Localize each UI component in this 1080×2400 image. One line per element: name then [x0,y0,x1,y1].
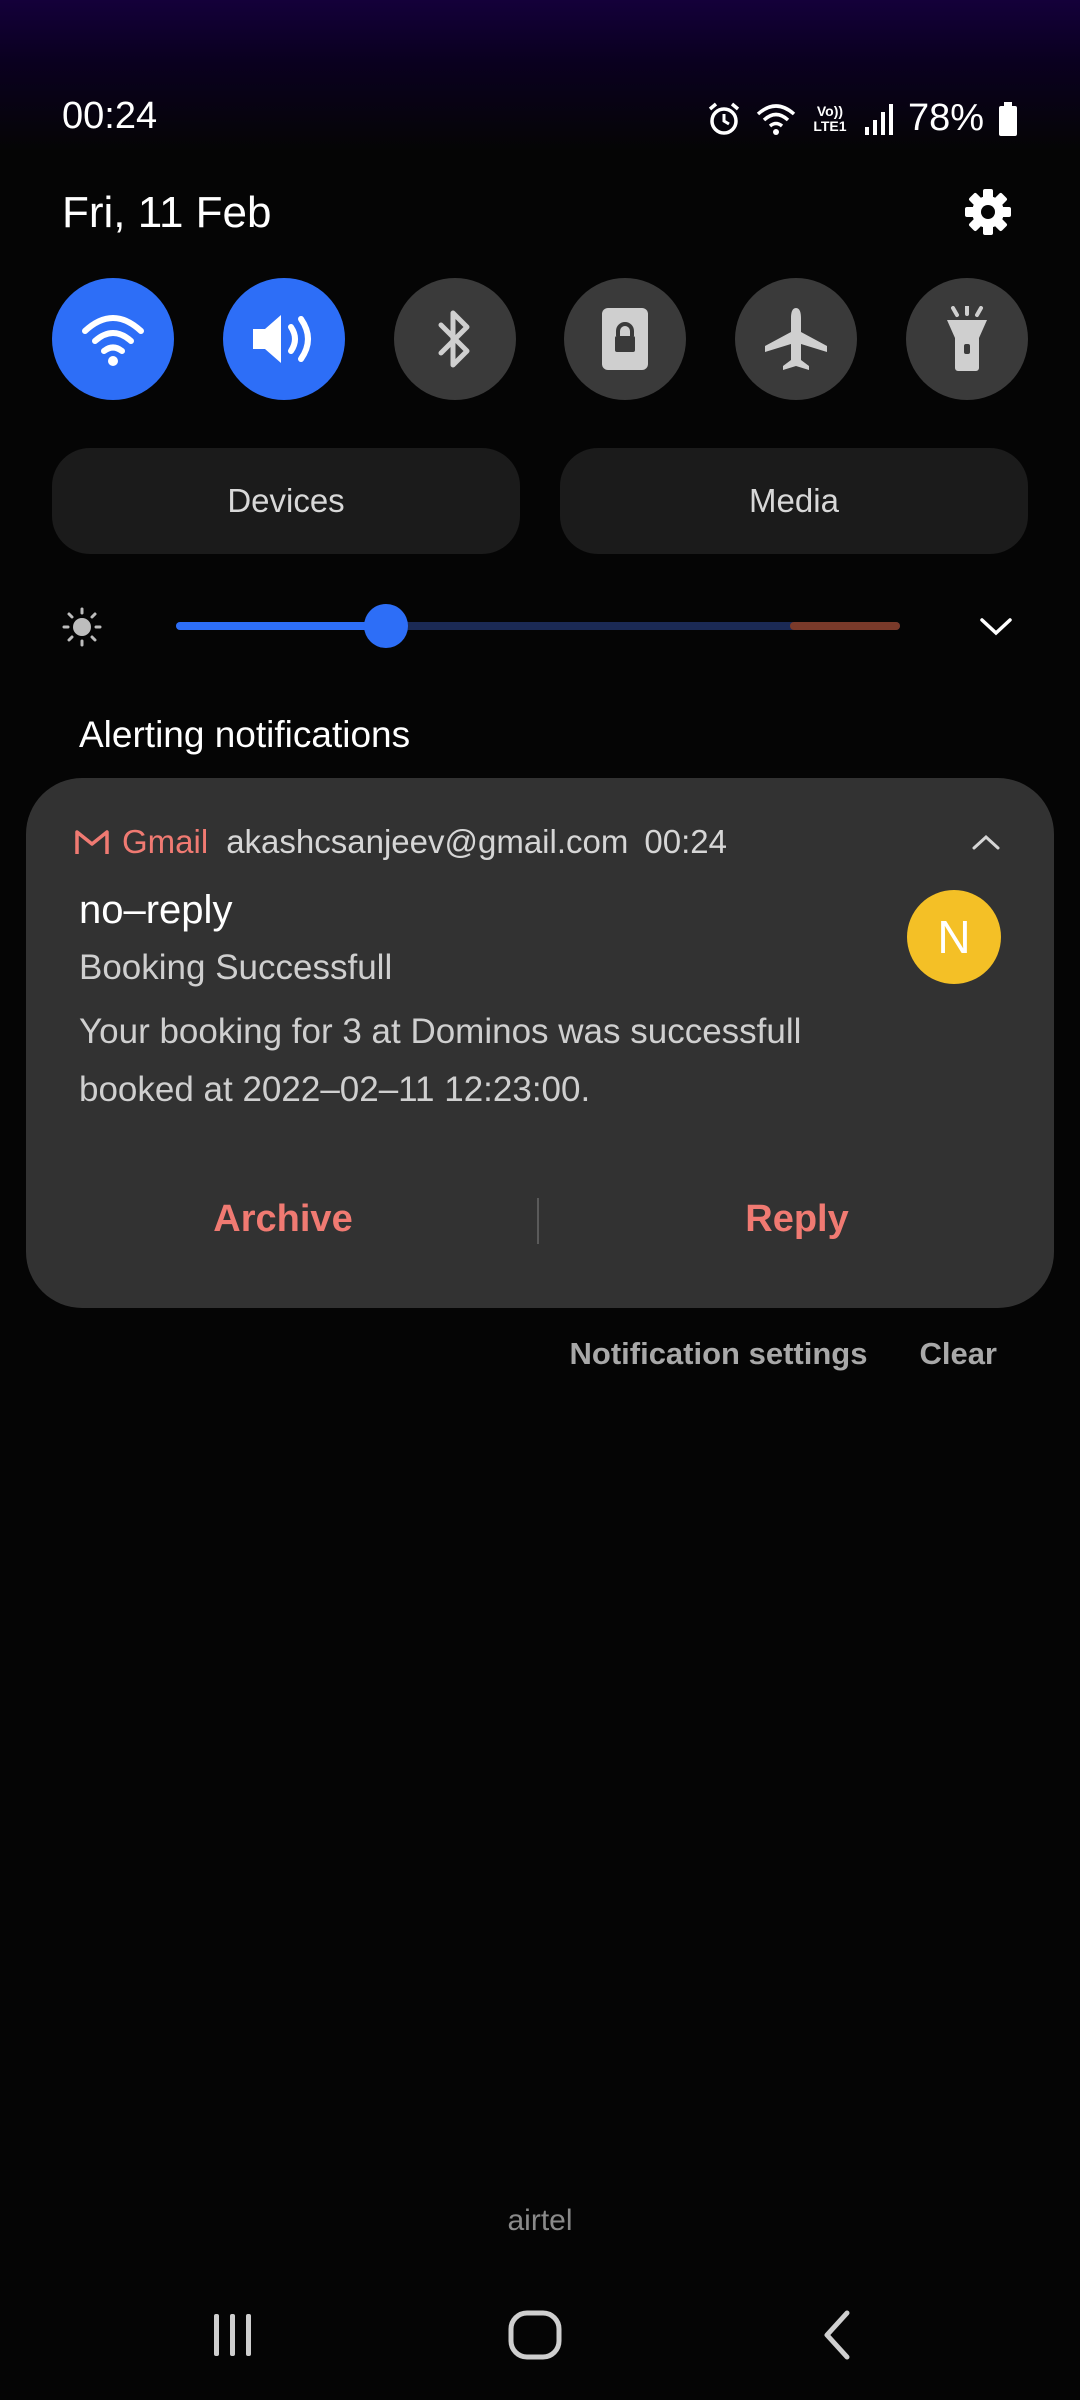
alarm-icon [706,101,742,137]
bluetooth-icon [438,310,470,368]
brightness-row [62,595,1018,655]
gmail-icon [75,830,109,854]
battery-icon [998,101,1018,136]
devices-button[interactable]: Devices [52,448,520,554]
navigation-bar [0,2300,1080,2370]
notification-actions: Archive Reply [26,1198,1054,1268]
action-divider [537,1198,539,1244]
airplane-icon [765,308,828,370]
brightness-high-zone [790,622,900,630]
settings-button[interactable] [958,182,1018,242]
status-icons: Vo)) LTE1 78% [706,97,1018,140]
signal-icon [864,103,894,135]
status-bar: 00:24 Vo)) LTE1 78% [62,95,1018,145]
wifi-status-icon [756,102,796,136]
notification-sender: no–reply [79,888,233,932]
gear-icon [965,189,1011,235]
notification-time: 00:24 [644,823,727,860]
rotation-lock-toggle[interactable] [564,278,687,400]
bluetooth-toggle[interactable] [393,278,516,400]
flashlight-toggle[interactable] [905,278,1028,400]
battery-percentage: 78% [907,97,984,139]
home-icon [508,2310,562,2360]
brightness-fill [176,622,386,630]
brightness-icon [62,607,102,647]
reply-button[interactable]: Reply [540,1198,1054,1241]
account-email: akashcsanjeev@gmail.com [226,823,629,860]
notification-header: Gmail akashcsanjeev@gmail.com 00:24 [74,818,1006,866]
home-button[interactable] [495,2300,575,2370]
section-title: Alerting notifications [79,714,411,755]
notification-shade: 00:24 Vo)) LTE1 78% Fri, 11 Feb Devices … [0,0,1080,2400]
notification-subject: Booking Successfull [79,948,393,987]
sound-toggle[interactable] [222,278,345,400]
back-icon [824,2310,850,2360]
recents-icon [214,2314,251,2356]
chevron-down-icon [980,618,1012,636]
date-label: Fri, 11 Feb [62,188,272,237]
expand-button[interactable] [974,605,1018,649]
notification-footer: Notification settings Clear [570,1336,998,1372]
notification-body: Your booking for 3 at Dominos was succes… [79,1012,802,1109]
chevron-up-icon [972,834,1000,850]
speaker-icon [252,315,311,363]
airplane-mode-toggle[interactable] [735,278,858,400]
app-name: Gmail [122,823,209,860]
wifi-toggle[interactable] [52,278,174,400]
carrier-label: airtel [507,2204,573,2237]
media-button[interactable]: Media [560,448,1028,554]
brightness-thumb[interactable] [363,604,408,648]
collapse-button[interactable] [966,822,1006,862]
wifi-icon [82,315,144,366]
back-button[interactable] [797,2300,877,2370]
clear-button[interactable]: Clear [919,1336,997,1372]
brightness-slider[interactable] [176,604,900,648]
flashlight-icon [946,306,987,371]
archive-button[interactable]: Archive [26,1198,540,1241]
date-row: Fri, 11 Feb [62,188,1018,248]
quick-settings-toggles [52,278,1028,400]
volte-lte-icon: Vo)) LTE1 [813,102,847,134]
portrait-lock-icon [602,308,649,370]
recents-button[interactable] [193,2300,273,2370]
avatar: N [907,890,1001,984]
notification-settings-link[interactable]: Notification settings [570,1336,868,1372]
notification-card[interactable]: Gmail akashcsanjeev@gmail.com 00:24 no–r… [26,778,1054,1308]
panel-buttons: Devices Media [52,448,1028,554]
status-clock: 00:24 [62,95,158,137]
